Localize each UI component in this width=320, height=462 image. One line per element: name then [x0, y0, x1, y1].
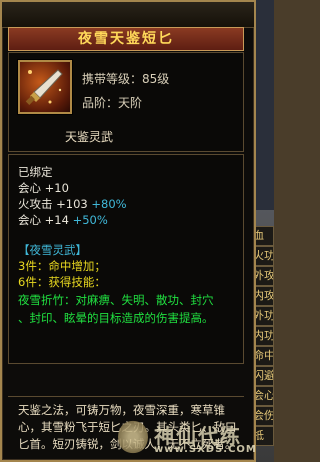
set-bonus-3: 3件：命中增加； — [18, 259, 106, 273]
stat-base: +10 — [44, 181, 69, 195]
stat-bonus: +80% — [91, 197, 127, 211]
bound-status: 已绑定 — [18, 165, 53, 179]
stat-label: 会心 — [18, 213, 45, 227]
item-name-title: 夜雪天鉴短匕 — [8, 27, 244, 51]
dagger-icon — [25, 69, 63, 105]
set-bonus-6: 6件：获得技能： — [18, 275, 106, 289]
watermark-logo-icon — [118, 420, 148, 454]
item-grade: 品阶：天阶 — [82, 96, 143, 110]
item-icon-slot[interactable] — [18, 60, 72, 114]
watermark-url: www.SXDS.COM — [154, 444, 257, 455]
stat-bonus: +50% — [72, 213, 108, 227]
stat-line: 会心 +10 — [18, 180, 69, 196]
stat-label: 会心 — [18, 181, 45, 195]
skill-desc-2: 、封印、眩晕的目标造成的伤害提高。 — [18, 311, 214, 325]
stat-label: 火攻击 — [18, 197, 57, 211]
skill-desc-1: 夜雪折竹：对麻痹、失明、散功、封穴 — [18, 293, 214, 307]
stat-line: 火攻击 +103 +80% — [18, 196, 127, 212]
set-title: 【夜雪灵武】 — [18, 243, 87, 257]
tooltip-top-ornament — [2, 2, 254, 28]
stat-base: +103 — [56, 197, 88, 211]
stat-line: 会心 +14 +50% — [18, 212, 108, 228]
site-watermark: 神仙代练 www.SXDS.COM — [118, 420, 268, 460]
item-subtitle: 天鉴灵武 — [64, 130, 113, 144]
stat-base: +14 — [44, 213, 69, 227]
carry-level: 携带等级：85级 — [82, 72, 170, 86]
